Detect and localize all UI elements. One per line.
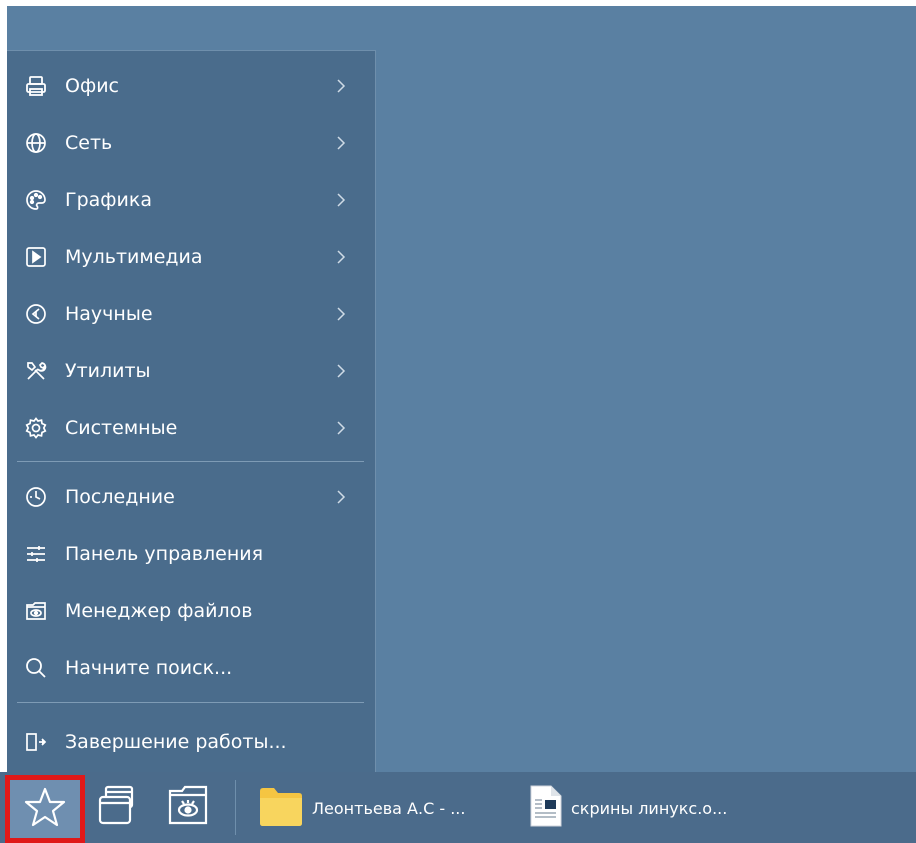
menu-item-label: Графика [65, 188, 153, 211]
chevron-right-icon [333, 133, 349, 153]
file-manager-icon [24, 599, 48, 623]
menu-item-label: Мультимедиа [65, 245, 203, 268]
menu-item-label: Сеть [65, 131, 113, 154]
printer-icon [24, 74, 48, 98]
logout-icon [24, 730, 48, 754]
palette-icon [24, 188, 48, 212]
taskbar-task-document[interactable]: скрины линукс.о... [527, 782, 727, 834]
star-icon [24, 786, 66, 832]
taskbar-divider [235, 780, 236, 835]
task-label: Леонтьева А.С - ... [312, 798, 466, 818]
menu-item-system[interactable]: Системные [7, 399, 375, 456]
menu-item-recent[interactable]: Последние [7, 468, 375, 525]
menu-item-search[interactable]: Начните поиск... [7, 639, 375, 696]
menu-item-file-manager[interactable]: Менеджер файлов [7, 582, 375, 639]
taskbar: Леонтьева А.С - ... скрины линукс.о... [0, 772, 916, 843]
gear-icon [24, 416, 48, 440]
menu-separator [17, 702, 364, 703]
science-icon [24, 302, 48, 326]
start-menu-button[interactable] [5, 775, 85, 843]
menu-item-label: Офис [65, 74, 119, 97]
menu-item-network[interactable]: Сеть [7, 114, 375, 171]
show-desktop-button[interactable] [90, 779, 146, 835]
chevron-right-icon [333, 487, 349, 507]
search-icon [24, 656, 48, 680]
file-manager-icon [166, 783, 210, 831]
start-menu: Офис Сеть Графика Мультимедиа Научные Ут… [7, 50, 376, 772]
menu-item-control-panel[interactable]: Панель управления [7, 525, 375, 582]
chevron-right-icon [333, 190, 349, 210]
clock-icon [24, 485, 48, 509]
document-icon [527, 784, 563, 832]
file-manager-launcher[interactable] [160, 779, 216, 835]
menu-item-utilities[interactable]: Утилиты [7, 342, 375, 399]
menu-item-multimedia[interactable]: Мультимедиа [7, 228, 375, 285]
menu-item-label: Научные [65, 302, 153, 325]
menu-item-label: Начните поиск... [65, 656, 233, 679]
menu-item-label: Утилиты [65, 359, 151, 382]
taskbar-task-folder[interactable]: Леонтьева А.С - ... [258, 782, 465, 834]
menu-item-office[interactable]: Офис [7, 57, 375, 114]
folder-icon [258, 785, 304, 831]
chevron-right-icon [333, 247, 349, 267]
menu-item-label: Завершение работы... [65, 730, 287, 753]
chevron-right-icon [333, 76, 349, 96]
sliders-icon [24, 542, 48, 566]
play-icon [24, 245, 48, 269]
menu-item-graphics[interactable]: Графика [7, 171, 375, 228]
menu-item-shutdown[interactable]: Завершение работы... [7, 713, 375, 770]
menu-item-label: Системные [65, 416, 178, 439]
chevron-right-icon [333, 418, 349, 438]
tools-icon [24, 359, 48, 383]
windows-icon [96, 783, 140, 831]
menu-separator [17, 461, 364, 462]
menu-item-label: Менеджер файлов [65, 599, 253, 622]
chevron-right-icon [333, 304, 349, 324]
globe-icon [24, 131, 48, 155]
menu-item-label: Последние [65, 485, 175, 508]
chevron-right-icon [333, 361, 349, 381]
menu-item-science[interactable]: Научные [7, 285, 375, 342]
task-label: скрины линукс.о... [571, 798, 728, 818]
menu-item-label: Панель управления [65, 542, 264, 565]
